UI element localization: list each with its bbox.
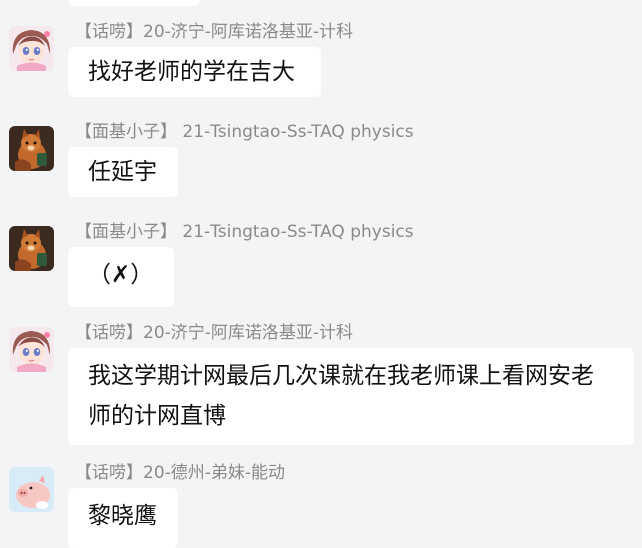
message-bubble[interactable]: 黎晓鹰 [68, 488, 178, 548]
anime-girl-avatar[interactable] [9, 26, 54, 71]
fox-avatar[interactable] [9, 126, 54, 171]
sender-name: 【面基小子】 21-Tsingtao-Ss-TAQ physics [75, 222, 414, 242]
message-bubble[interactable]: 任延宇 [68, 147, 178, 197]
sender-name: 【话唠】20-济宁-阿库诺洛基亚-计科 [75, 22, 354, 42]
message-bubble[interactable]: 找好老师的学在吉大 [68, 47, 321, 97]
cartoon-pig-avatar[interactable] [9, 467, 54, 512]
sender-name: 【话唠】20-德州-弟妹-能动 [75, 463, 286, 483]
message-bubble[interactable]: 我这学期计网最后几次课就在我老师课上看网安老师的计网直博 [68, 348, 634, 445]
fox-avatar[interactable] [9, 226, 54, 271]
anime-girl-avatar[interactable] [9, 327, 54, 372]
sender-name: 【面基小子】 21-Tsingtao-Ss-TAQ physics [75, 122, 414, 142]
message-bubble[interactable]: （✗） [68, 247, 174, 307]
previous-message-bubble [68, 0, 200, 6]
sender-name: 【话唠】20-济宁-阿库诺洛基亚-计科 [75, 323, 354, 343]
